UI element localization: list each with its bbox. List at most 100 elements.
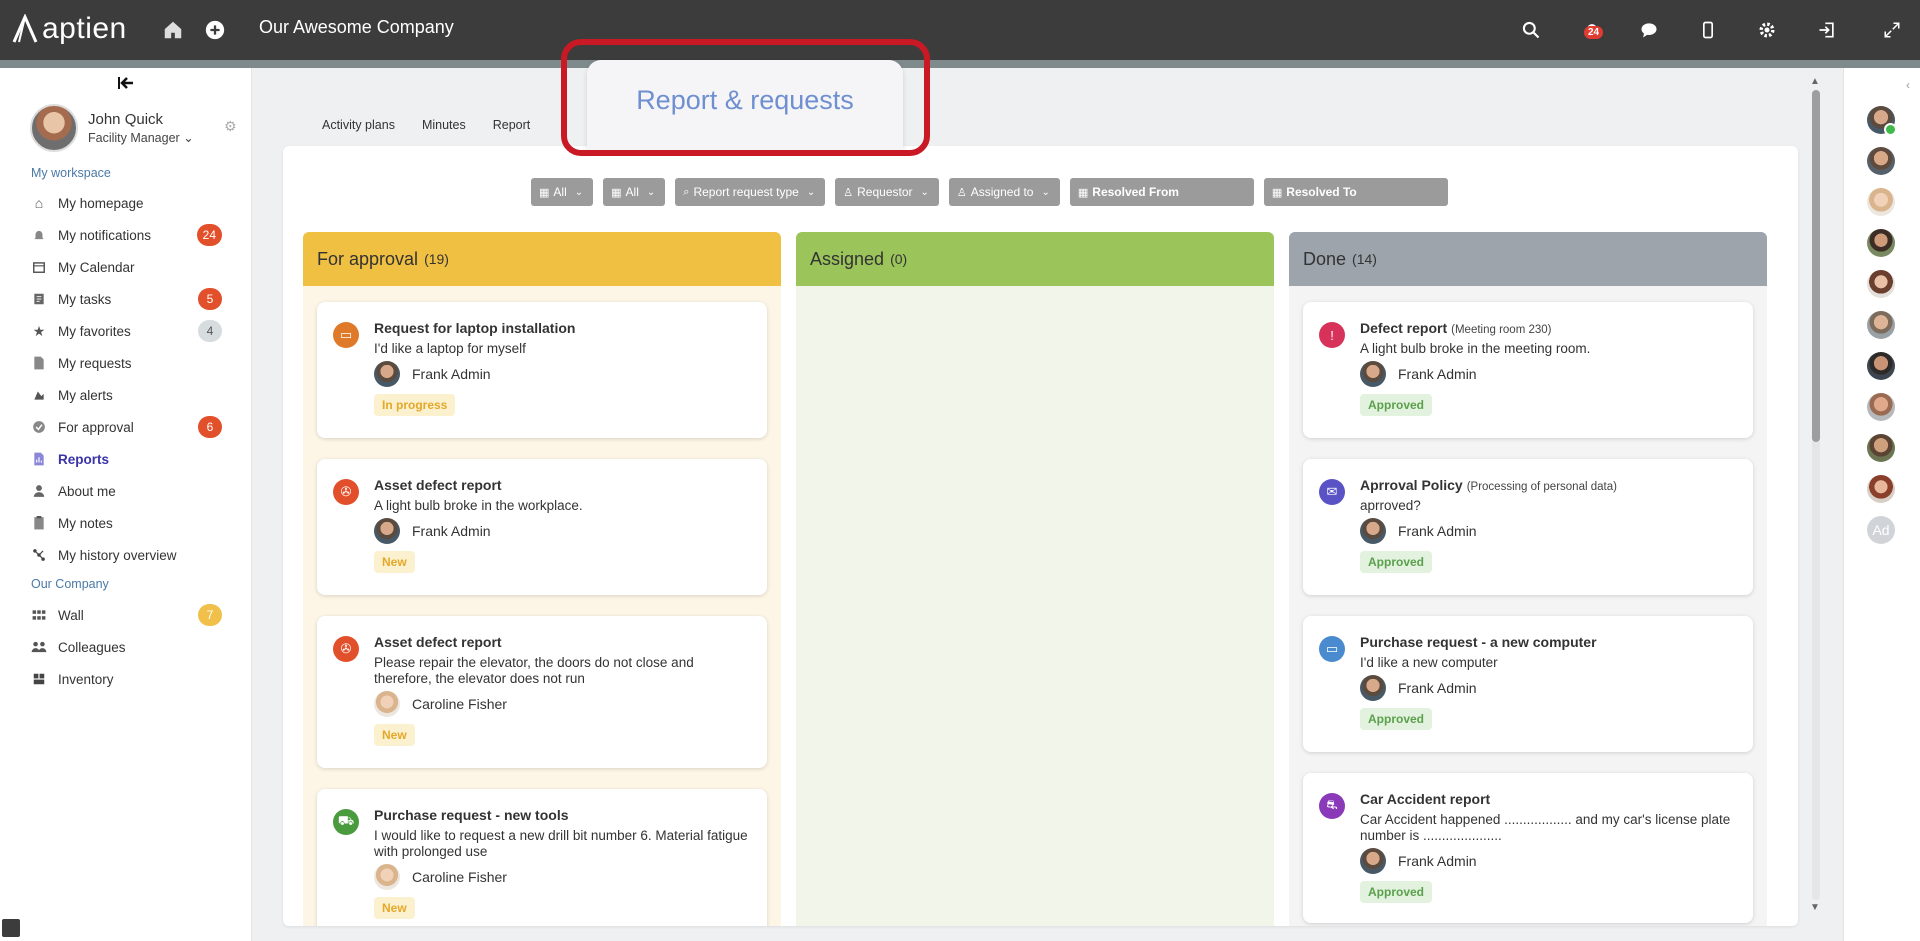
card-title: Aprroval Policy (Processing of personal d…: [1360, 477, 1617, 493]
fullscreen-icon[interactable]: [1880, 18, 1904, 42]
user-name: John Quick: [88, 111, 164, 128]
sidebar-item-for-approval[interactable]: For approval 6: [30, 415, 230, 439]
avatar: [1360, 848, 1386, 874]
request-card[interactable]: ⛐ Car Accident report Car Accident happe…: [1303, 773, 1753, 923]
user-profile[interactable]: John Quick Facility Manager ⌄: [30, 104, 194, 152]
sidebar-item-my-calendar[interactable]: My Calendar: [30, 255, 230, 279]
request-card[interactable]: ▭ Request for laptop installation I'd li…: [317, 302, 767, 438]
scroll-thumb[interactable]: [1812, 90, 1820, 442]
add-icon[interactable]: [203, 18, 227, 42]
date-filter-2[interactable]: ▦ All ⌄: [603, 178, 666, 206]
calendar-icon: ▦: [611, 186, 622, 199]
sidebar-item-my-history-overview[interactable]: My history overview: [30, 543, 230, 567]
sidebar-item-my-tasks[interactable]: My tasks 5: [30, 287, 230, 311]
scroll-down-icon[interactable]: ▼: [1810, 902, 1820, 913]
sidebar-item-my-favorites[interactable]: ★ My favorites 4: [30, 319, 230, 343]
avatar[interactable]: [1867, 434, 1895, 462]
home-icon[interactable]: [161, 18, 185, 42]
cart-icon: ⛟: [333, 809, 359, 835]
colleagues-rail: ‹ Ad: [1843, 68, 1920, 941]
sidebar-item-my-homepage[interactable]: ⌂ My homepage: [30, 191, 230, 215]
avatar[interactable]: [1867, 311, 1895, 339]
scroll-up-icon[interactable]: ▲: [1810, 76, 1820, 87]
sidebar-item-label: Reports: [58, 451, 110, 467]
collapse-sidebar-icon[interactable]: [117, 76, 135, 94]
sidebar-item-my-notifications[interactable]: My notifications 24: [30, 223, 230, 247]
logo-text: aptien: [42, 12, 127, 45]
sidebar-item-about-me[interactable]: About me: [30, 479, 230, 503]
calendar-icon: [30, 258, 48, 276]
tab-minutes[interactable]: Minutes: [422, 118, 466, 132]
search-icon: ⌕: [683, 185, 690, 198]
avatar: [1360, 518, 1386, 544]
tab-report[interactable]: Report: [493, 118, 531, 132]
sidebar-item-colleagues[interactable]: Colleagues: [30, 635, 230, 659]
company-title[interactable]: Our Awesome Company: [259, 17, 454, 38]
status-badge: Approved: [1360, 708, 1433, 730]
request-card[interactable]: ⛟ Purchase request - new tools I would l…: [317, 789, 767, 926]
avatar[interactable]: [1867, 475, 1895, 503]
chevron-down-icon: ⌄: [183, 131, 194, 145]
chat-icon[interactable]: [1637, 18, 1661, 42]
avatar[interactable]: [1867, 393, 1895, 421]
resolved-from-filter[interactable]: ▦ Resolved From: [1069, 178, 1254, 206]
column-for-approval: For approval (19) ▭ Request for laptop in…: [303, 232, 781, 926]
footer-logo-icon[interactable]: [2, 919, 20, 937]
assigned-to-filter[interactable]: ♙ Assigned to ⌄: [948, 178, 1060, 206]
request-card[interactable]: ✇ Asset defect report Please repair the …: [317, 616, 767, 768]
column-header: For approval (19): [303, 232, 781, 286]
report-icon: [30, 450, 48, 468]
document-icon: [30, 354, 48, 372]
report-type-filter[interactable]: ⌕ Report request type ⌄: [675, 178, 826, 206]
avatar[interactable]: [1867, 106, 1897, 136]
sidebar-item-wall[interactable]: Wall 7: [30, 603, 230, 627]
defect-icon: ✇: [333, 479, 359, 505]
mobile-icon[interactable]: [1696, 18, 1720, 42]
sidebar-item-my-notes[interactable]: My notes: [30, 511, 230, 535]
avatar[interactable]: [1867, 352, 1895, 380]
date-filter-1[interactable]: ▦ All ⌄: [531, 178, 594, 206]
chevron-down-icon: ⌄: [646, 186, 656, 198]
calendar-icon: ▦: [1077, 186, 1089, 199]
sidebar-item-reports[interactable]: Reports: [30, 447, 230, 471]
chevron-down-icon: ⌄: [1041, 186, 1050, 198]
admin-avatar[interactable]: Ad: [1867, 516, 1895, 544]
avatar[interactable]: [1867, 229, 1895, 257]
sidebar-item-inventory[interactable]: Inventory: [30, 667, 230, 691]
logout-icon[interactable]: [1815, 18, 1839, 42]
sidebar-item-label: My notes: [58, 515, 113, 531]
sidebar-item-label: Wall: [58, 607, 84, 623]
settings-gear-icon[interactable]: [1755, 18, 1779, 42]
collapse-rail-icon[interactable]: ‹: [1906, 78, 1910, 92]
avatar[interactable]: [1867, 147, 1895, 175]
request-card[interactable]: ! Defect report (Meeting room 230) A ligh…: [1303, 302, 1753, 438]
request-card[interactable]: ✉ Aprroval Policy (Processing of personal…: [1303, 459, 1753, 595]
warning-icon: !: [1319, 322, 1345, 348]
tasks-count-badge: 5: [198, 288, 222, 310]
aptien-logo[interactable]: aptien: [10, 12, 127, 46]
resolved-to-filter[interactable]: ▦ Resolved To: [1263, 178, 1448, 206]
sidebar-item-my-requests[interactable]: My requests: [30, 351, 230, 375]
sidebar-item-my-alerts[interactable]: My alerts: [30, 383, 230, 407]
search-icon[interactable]: [1519, 18, 1543, 42]
profile-settings-gear-icon[interactable]: ⚙: [224, 118, 237, 135]
section-label-company: Our Company: [31, 577, 109, 591]
user-role[interactable]: Facility Manager ⌄: [88, 130, 194, 145]
request-card[interactable]: ✇ Asset defect report A light bulb broke…: [317, 459, 767, 595]
star-icon: ★: [32, 322, 46, 339]
avatar[interactable]: [1867, 188, 1895, 216]
for-approval-count-badge: 6: [198, 416, 222, 438]
card-description: I'd like a laptop for myself: [374, 341, 526, 356]
tab-activity-plans[interactable]: Activity plans: [322, 118, 395, 132]
request-card[interactable]: ▭ Purchase request - a new computer I'd …: [1303, 616, 1753, 752]
main-scrollbar[interactable]: ▲ ▼: [1808, 76, 1822, 916]
notes-icon: [30, 514, 48, 532]
sidebar-item-label: Inventory: [58, 671, 114, 687]
requestor-filter[interactable]: ♙ Requestor ⌄: [835, 178, 939, 206]
avatar[interactable]: [1867, 270, 1895, 298]
inventory-icon: [30, 670, 48, 688]
avatar: [374, 691, 400, 717]
avatar: [30, 104, 78, 152]
card-user: Frank Admin: [1360, 675, 1477, 701]
card-description: A light bulb broke in the meeting room.: [1360, 341, 1591, 356]
